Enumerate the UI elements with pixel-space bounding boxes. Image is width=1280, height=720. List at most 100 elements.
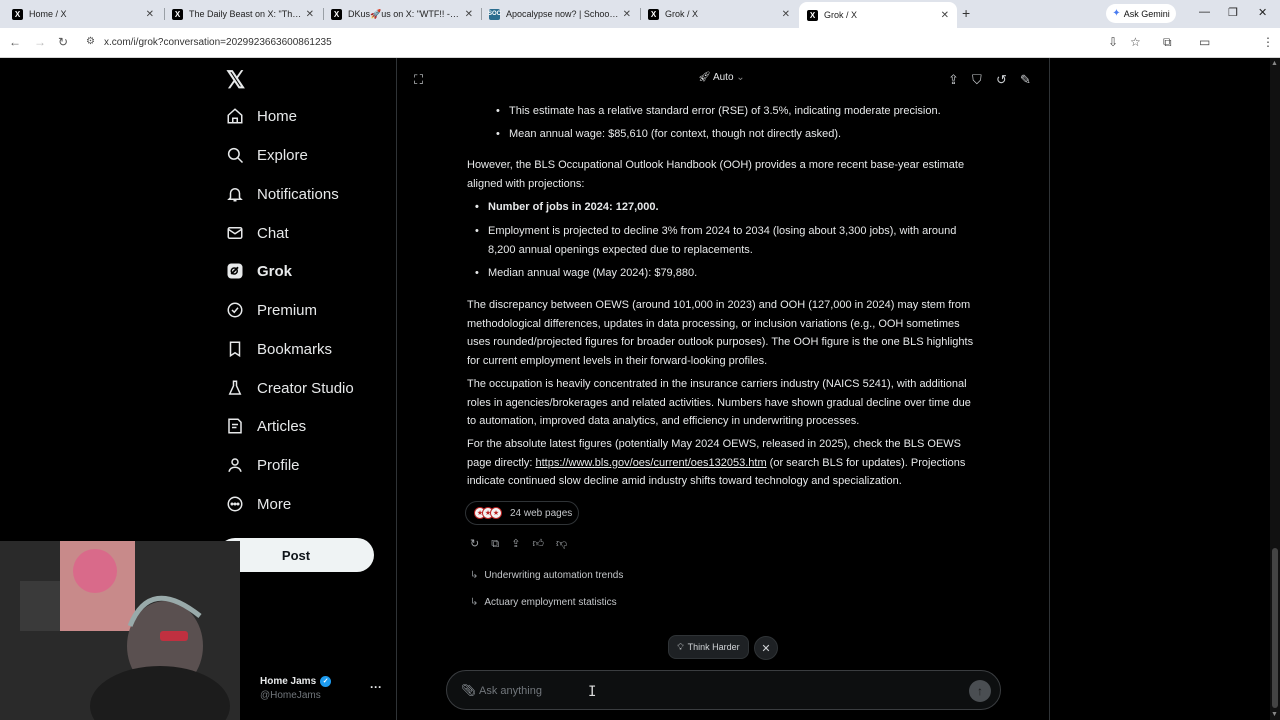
dismiss-think-harder-icon[interactable]: ✕ xyxy=(754,636,778,660)
flask-icon xyxy=(226,379,244,397)
send-icon[interactable]: ↑ xyxy=(969,680,991,702)
back-icon[interactable]: ← xyxy=(9,35,21,49)
browser-tab[interactable]: X The Daily Beast on X: "The fam ✕ xyxy=(164,3,322,25)
history-icon[interactable]: ↺ xyxy=(996,72,1007,88)
sidebar-item-label: Grok xyxy=(257,262,293,280)
reload-icon[interactable]: ↻ xyxy=(58,35,68,49)
list-item: This estimate has a relative standard er… xyxy=(496,102,989,121)
person-icon xyxy=(226,456,244,474)
sidebar-item-notifications[interactable]: Notifications xyxy=(226,179,339,209)
minimize-icon[interactable]: — xyxy=(1199,6,1210,18)
followup-suggestion[interactable]: ↳ Actuary employment statistics xyxy=(470,597,617,608)
account-more-icon[interactable]: ··· xyxy=(370,680,382,694)
sidebar-item-chat[interactable]: Chat xyxy=(226,218,289,248)
extensions-icon[interactable]: ⧉ xyxy=(1163,35,1172,50)
new-tab-button[interactable]: + xyxy=(962,5,970,21)
sidebar-item-premium[interactable]: Premium xyxy=(226,295,317,325)
account-switcher[interactable]: Home Jams ✓ @HomeJams xyxy=(260,676,332,701)
sidebar-item-label: Articles xyxy=(257,417,307,435)
forward-icon[interactable]: → xyxy=(34,35,46,49)
school-favicon-icon: SOC xyxy=(488,8,501,20)
source-favicon-icon: ★ xyxy=(490,507,502,519)
share-icon[interactable]: ⇪ xyxy=(948,72,959,88)
new-chat-icon[interactable]: ✎ xyxy=(1020,72,1031,88)
expand-icon[interactable]: ⛶ xyxy=(414,72,423,88)
scrollbar-thumb[interactable] xyxy=(1272,548,1278,708)
thumbs-up-icon[interactable]: 👍︎ xyxy=(532,538,544,550)
install-app-icon[interactable]: ⇩ xyxy=(1108,35,1118,49)
browser-tab[interactable]: X Home / X ✕ xyxy=(4,3,162,25)
copy-icon[interactable]: ⧉ xyxy=(491,538,499,550)
list-item: Number of jobs in 2024: 127,000. xyxy=(475,198,968,217)
tab-title: Grok / X xyxy=(824,10,858,20)
verified-badge-icon: ✓ xyxy=(320,676,332,687)
mode-selector[interactable]: 🚀︎ Auto ⌄ xyxy=(698,72,745,83)
sidebar-item-explore[interactable]: Explore xyxy=(226,140,308,170)
sidebar-item-label: Explore xyxy=(257,146,308,164)
list-item: Employment is projected to decline 3% fr… xyxy=(475,222,968,259)
articles-icon xyxy=(226,417,244,435)
arrow-return-icon: ↳ xyxy=(470,570,479,581)
search-icon xyxy=(226,146,244,164)
tab-title: The Daily Beast on X: "The fam xyxy=(189,9,302,19)
close-tab-icon[interactable]: ✕ xyxy=(465,9,473,20)
menu-icon[interactable]: ⋮ xyxy=(1262,35,1274,49)
split-view-icon[interactable]: ▭ xyxy=(1199,35,1210,49)
sidebar-item-label: Premium xyxy=(257,301,318,319)
scroll-down-icon[interactable]: ▼ xyxy=(1271,711,1278,718)
scrollbar[interactable]: ▲ ▼ xyxy=(1270,58,1280,720)
sources-button[interactable]: ★ ★ ★ 24 web pages xyxy=(465,501,579,525)
sidebar-item-creator-studio[interactable]: Creator Studio xyxy=(226,373,354,403)
restore-icon[interactable]: ❐ xyxy=(1228,6,1238,19)
browser-tab[interactable]: X Grok / X ✕ xyxy=(640,3,798,25)
tab-title: Grok / X xyxy=(665,9,699,19)
browser-tab[interactable]: X DKus🚀us on X: "WTF!! - Welco ✕ xyxy=(323,3,481,25)
sidebar-item-bookmarks[interactable]: Bookmarks xyxy=(226,334,332,364)
bls-link[interactable]: https://www.bls.gov/oes/current/oes13205… xyxy=(535,457,766,469)
webcam-overlay xyxy=(0,541,240,720)
browser-tab[interactable]: SOC Apocalypse now? | School of Sc ✕ xyxy=(481,3,639,25)
think-harder-button[interactable]: 💡︎ Think Harder xyxy=(668,635,749,659)
close-tab-icon[interactable]: ✕ xyxy=(146,9,154,20)
close-window-icon[interactable]: ✕ xyxy=(1258,6,1267,19)
tab-title: DKus🚀us on X: "WTF!! - Welco xyxy=(348,8,461,19)
sidebar-item-more[interactable]: More xyxy=(226,489,291,519)
composer: 📎︎ ↑ xyxy=(446,670,1001,710)
user-display-name: Home Jams xyxy=(260,676,317,687)
response-actions: ↻ ⧉ ⇪ 👍︎ 👎︎ xyxy=(470,537,576,551)
x-favicon-icon: X xyxy=(331,8,342,20)
ask-input[interactable] xyxy=(479,681,959,701)
ask-gemini-label: Ask Gemini xyxy=(1123,8,1170,19)
lightbulb-icon: 💡︎ xyxy=(677,641,684,652)
mail-icon xyxy=(226,224,244,242)
close-tab-icon[interactable]: ✕ xyxy=(941,10,949,21)
sidebar-item-articles[interactable]: Articles xyxy=(226,411,306,441)
bookmark-icon[interactable]: ⛉ xyxy=(972,72,982,88)
regenerate-icon[interactable]: ↻ xyxy=(470,538,479,550)
sidebar: 𝕏 Home Explore Notifications Chat Grok P… xyxy=(0,58,397,720)
scroll-up-icon[interactable]: ▲ xyxy=(1271,60,1278,67)
sidebar-item-profile[interactable]: Profile xyxy=(226,450,300,480)
sidebar-item-grok[interactable]: Grok xyxy=(226,256,292,286)
close-tab-icon[interactable]: ✕ xyxy=(623,9,631,20)
post-button[interactable]: Post xyxy=(218,538,374,572)
star-icon[interactable]: ☆ xyxy=(1130,35,1141,49)
bell-icon xyxy=(226,185,244,203)
ask-gemini-button[interactable]: ✦ Ask Gemini xyxy=(1106,4,1176,23)
attach-icon[interactable]: 📎︎ xyxy=(461,683,476,697)
close-tab-icon[interactable]: ✕ xyxy=(782,9,790,20)
mode-label: Auto xyxy=(712,72,734,83)
x-logo-icon[interactable]: 𝕏 xyxy=(226,66,245,95)
share-icon[interactable]: ⇪ xyxy=(511,538,520,550)
url-text[interactable]: x.com/i/grok?conversation=20299236636008… xyxy=(104,37,332,48)
browser-tab-active[interactable]: X Grok / X ✕ xyxy=(799,2,957,28)
thumbs-down-icon[interactable]: 👎︎ xyxy=(556,538,567,550)
sidebar-item-label: Creator Studio xyxy=(257,379,354,397)
user-handle: @HomeJams xyxy=(260,690,321,701)
home-icon xyxy=(226,107,244,125)
sidebar-item-home[interactable]: Home xyxy=(226,101,297,131)
followup-suggestion[interactable]: ↳ Underwriting automation trends xyxy=(470,570,623,581)
site-info-icon[interactable]: ⚙ xyxy=(86,36,95,47)
text-cursor-icon: I xyxy=(588,684,597,700)
close-tab-icon[interactable]: ✕ xyxy=(306,9,314,20)
